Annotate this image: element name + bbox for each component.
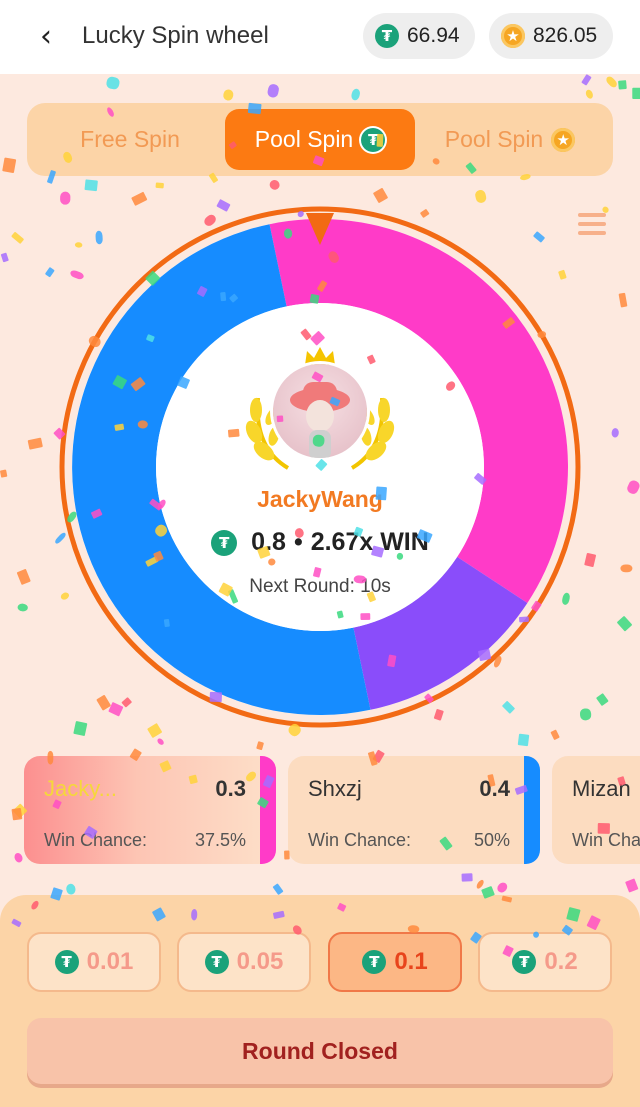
- bet-value: 0.01: [86, 948, 134, 975]
- usdt-coin-icon: ₮: [211, 529, 238, 556]
- confetti-piece: [223, 89, 234, 101]
- confetti-piece: [0, 252, 9, 263]
- confetti-piece: [2, 157, 17, 173]
- bet-option[interactable]: ₮ 0.05: [177, 932, 311, 992]
- confetti-piece: [11, 807, 23, 821]
- winner-avatar: [273, 364, 367, 458]
- confetti-piece: [157, 738, 164, 745]
- gold-balance-chip[interactable]: ★ 826.05: [489, 13, 613, 59]
- confetti-piece: [267, 84, 279, 98]
- player-color-strip: [524, 756, 540, 864]
- win-chance-label: Win Cha: [572, 830, 640, 850]
- bet-value: 0.2: [544, 948, 578, 975]
- player-name: Shxzj: [308, 776, 362, 801]
- back-arrow-icon[interactable]: ‹: [30, 19, 62, 54]
- confetti-piece: [617, 616, 632, 632]
- spin-wheel: [59, 206, 581, 728]
- confetti-piece: [611, 428, 619, 438]
- page-title: Lucky Spin wheel: [82, 22, 269, 49]
- bet-value: 0.05: [236, 948, 284, 975]
- tab-label: Pool Spin: [444, 126, 544, 152]
- gold-balance-value: 826.05: [533, 24, 598, 47]
- confetti-piece: [27, 437, 43, 450]
- bet-option[interactable]: ₮ 0.01: [27, 932, 161, 992]
- usdt-coin-icon: ₮: [362, 950, 387, 974]
- confetti-piece: [596, 693, 609, 706]
- win-chance-value: 50%: [473, 830, 510, 850]
- confetti-piece: [497, 882, 508, 893]
- win-chance-label: Win Chance:: [44, 830, 148, 850]
- win-chance-value: 37.5%: [194, 830, 246, 850]
- confetti-piece: [618, 292, 628, 308]
- separator-dot: •: [293, 528, 303, 556]
- player-name: Jacky...: [44, 776, 117, 801]
- win-chance-label: Win Chance:: [308, 830, 412, 850]
- tab-pool-spin-usdt[interactable]: Pool Spin ₮: [225, 109, 415, 170]
- bet-panel: ₮ 0.01 ₮ 0.05 ₮ 0.1 ₮ 0.2 Round Closed: [0, 895, 640, 1107]
- confetti-piece: [0, 469, 8, 478]
- confetti-piece: [272, 883, 284, 895]
- confetti-piece: [618, 80, 627, 90]
- confetti-piece: [620, 564, 633, 573]
- bet-option[interactable]: ₮ 0.2: [478, 932, 612, 992]
- confetti-piece: [131, 191, 148, 206]
- round-closed-button[interactable]: Round Closed: [27, 1018, 613, 1084]
- usdt-coin-icon: ₮: [375, 24, 399, 48]
- confetti-piece: [84, 179, 98, 192]
- confetti-piece: [66, 883, 76, 895]
- confetti-piece: [256, 741, 264, 751]
- player-color-strip: [260, 756, 276, 864]
- confetti-piece: [475, 189, 487, 203]
- confetti-piece: [60, 191, 71, 205]
- confetti-piece: [606, 76, 617, 88]
- confetti-piece: [517, 733, 530, 747]
- usdt-coin-icon: ₮: [361, 127, 386, 152]
- confetti-piece: [17, 603, 28, 612]
- usdt-coin-icon: ₮: [54, 950, 79, 974]
- player-card[interactable]: Jacky... 0.3 Win Chance: 37.5%: [24, 756, 276, 864]
- confetti-piece: [45, 267, 55, 278]
- player-name: Mizan: [572, 776, 631, 801]
- confetti-piece: [585, 89, 593, 99]
- gold-coin-icon: ★: [551, 127, 576, 152]
- tab-pool-spin-gold[interactable]: Pool Spin ★: [415, 109, 605, 170]
- confetti-piece: [625, 878, 639, 893]
- player-amount: 0.4: [479, 776, 510, 801]
- player-card[interactable]: Shxzj 0.4 Win Chance: 50%: [288, 756, 540, 864]
- usdt-coin-icon: ₮: [512, 950, 537, 974]
- win-result: ₮ 0.8 • 2.67x WIN: [0, 528, 640, 557]
- confetti-piece: [581, 74, 592, 86]
- usdt-coin-icon: ₮: [204, 950, 229, 974]
- confetti-piece: [11, 232, 24, 244]
- usdt-balance-value: 66.94: [407, 24, 460, 47]
- top-bar: ‹ Lucky Spin wheel ₮ 66.94 ★ 826.05: [0, 0, 640, 74]
- confetti-piece: [351, 88, 360, 101]
- confetti-piece: [476, 879, 484, 889]
- tab-free-spin[interactable]: Free Spin: [35, 109, 225, 170]
- winner-name: JackyWang: [257, 486, 383, 512]
- next-round-timer: Next Round: 10s: [249, 576, 391, 597]
- win-amount: 0.8: [251, 528, 286, 556]
- bet-value: 0.1: [394, 948, 428, 975]
- player-card[interactable]: Mizan Win Cha: [552, 756, 640, 864]
- confetti-piece: [155, 182, 164, 189]
- bet-option-selected[interactable]: ₮ 0.1: [328, 932, 462, 992]
- win-multiplier: 2.67x WIN: [310, 528, 429, 556]
- usdt-balance-chip[interactable]: ₮ 66.94: [363, 13, 475, 59]
- gold-coin-icon: ★: [501, 24, 525, 48]
- player-amount: 0.3: [215, 776, 246, 801]
- confetti-piece: [106, 76, 120, 90]
- tab-label: Free Spin: [80, 126, 180, 152]
- confetti-piece: [550, 729, 560, 740]
- confetti-piece: [461, 873, 473, 882]
- spin-mode-tabs: Free Spin Pool Spin ₮ Pool Spin ★: [27, 103, 613, 176]
- confetti-piece: [14, 853, 23, 863]
- player-cards: Jacky... 0.3 Win Chance: 37.5% Shxzj 0.4…: [24, 756, 640, 866]
- confetti-piece: [373, 188, 388, 203]
- confetti-piece: [632, 87, 640, 100]
- tab-label: Pool Spin: [254, 126, 354, 152]
- confetti-piece: [269, 179, 280, 190]
